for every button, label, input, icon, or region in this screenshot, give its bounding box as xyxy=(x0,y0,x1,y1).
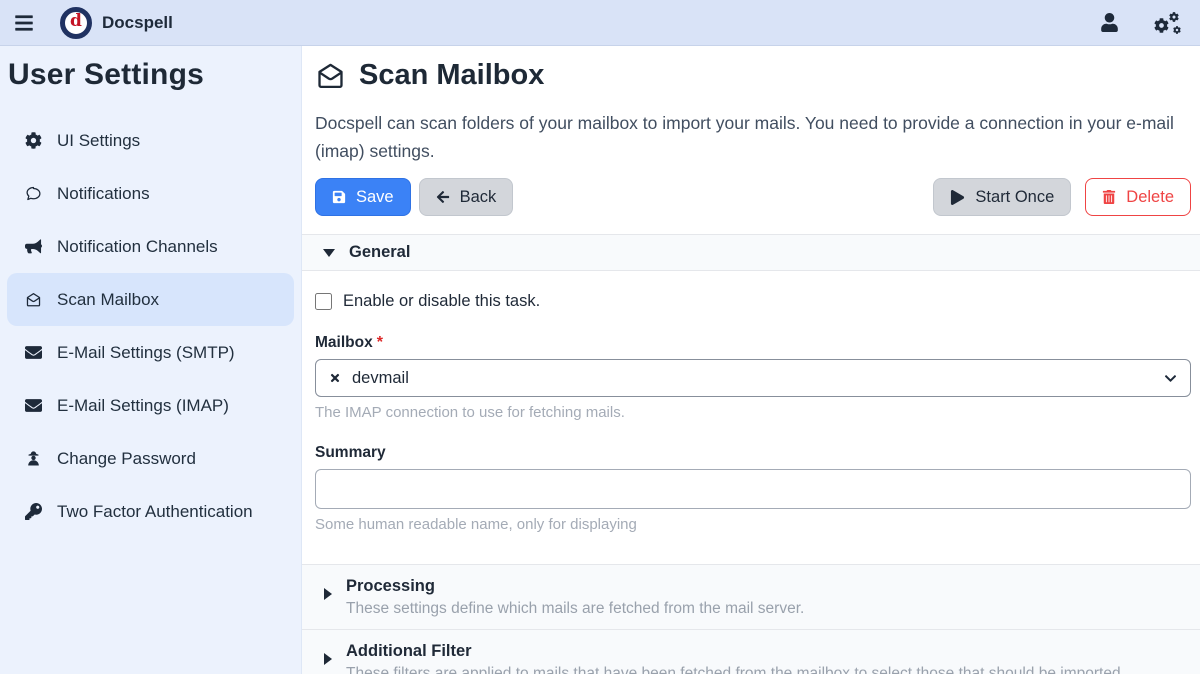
enable-task-row: Enable or disable this task. xyxy=(315,292,1188,311)
play-icon xyxy=(950,190,965,205)
section-additional-filter-desc: These filters are applied to mails that … xyxy=(346,665,1125,674)
sidebar: User Settings UI Settings Notifications … xyxy=(0,46,302,674)
sidebar-item-notification-channels[interactable]: Notification Channels xyxy=(0,220,301,273)
section-additional-filter[interactable]: Additional Filter These filters are appl… xyxy=(302,630,1200,674)
section-processing-desc: These settings define which mails are fe… xyxy=(346,600,804,618)
menu-icon[interactable] xyxy=(14,13,34,33)
summary-label: Summary xyxy=(315,444,1191,462)
back-button[interactable]: Back xyxy=(419,178,514,216)
toolbar: Save Back Start Once Delete xyxy=(315,178,1191,216)
envelope-open-icon xyxy=(24,291,42,309)
start-once-button[interactable]: Start Once xyxy=(933,178,1071,216)
envelope-icon xyxy=(24,344,42,362)
user-secret-icon xyxy=(24,450,42,468)
main-content: Scan Mailbox Docspell can scan folders o… xyxy=(302,46,1200,674)
sidebar-item-label: Notifications xyxy=(57,184,150,204)
section-general[interactable]: General xyxy=(302,234,1200,271)
clear-selection-icon[interactable] xyxy=(329,372,341,384)
arrow-left-icon xyxy=(436,190,450,204)
delete-button[interactable]: Delete xyxy=(1085,178,1191,216)
sidebar-item-scan-mailbox[interactable]: Scan Mailbox xyxy=(7,273,294,326)
docspell-logo-icon: d xyxy=(60,7,92,39)
enable-task-checkbox[interactable] xyxy=(315,293,332,310)
envelope-icon xyxy=(24,397,42,415)
caret-right-icon xyxy=(324,653,332,665)
sidebar-item-e-mail-settings-imap[interactable]: E-Mail Settings (IMAP) xyxy=(0,379,301,432)
summary-hint: Some human readable name, only for displ… xyxy=(315,516,1191,533)
collapsed-sections: Processing These settings define which m… xyxy=(302,564,1200,674)
required-mark: * xyxy=(377,334,383,351)
mailbox-label: Mailbox xyxy=(315,334,373,351)
sidebar-item-label: Scan Mailbox xyxy=(57,290,159,310)
topbar: d Docspell xyxy=(0,0,1200,46)
sidebar-item-e-mail-settings-smtp[interactable]: E-Mail Settings (SMTP) xyxy=(0,326,301,379)
sidebar-item-label: Two Factor Authentication xyxy=(57,502,253,522)
section-processing[interactable]: Processing These settings define which m… xyxy=(302,565,1200,630)
section-processing-title: Processing xyxy=(346,574,804,596)
app-logo[interactable]: d Docspell xyxy=(60,7,173,39)
cogs-icon[interactable] xyxy=(1154,12,1182,34)
summary-field: Summary Some human readable name, only f… xyxy=(315,444,1191,533)
page-description: Docspell can scan folders of your mailbo… xyxy=(315,109,1180,165)
enable-task-label: Enable or disable this task. xyxy=(343,292,540,311)
trash-icon xyxy=(1102,190,1116,204)
floppy-icon xyxy=(332,190,346,204)
sidebar-item-label: Notification Channels xyxy=(57,237,218,257)
sidebar-item-notifications[interactable]: Notifications xyxy=(0,167,301,220)
caret-down-icon xyxy=(323,249,335,257)
sidebar-item-label: E-Mail Settings (IMAP) xyxy=(57,396,229,416)
sidebar-item-change-password[interactable]: Change Password xyxy=(0,432,301,485)
mailbox-dropdown[interactable]: devmail xyxy=(315,359,1191,397)
key-icon xyxy=(24,503,42,521)
logo-letter: d xyxy=(70,13,82,30)
sidebar-title: User Settings xyxy=(0,46,301,92)
bullhorn-icon xyxy=(24,238,42,256)
envelope-open-icon xyxy=(315,60,346,91)
section-general-title: General xyxy=(349,243,410,262)
app-name: Docspell xyxy=(102,13,173,33)
user-icon[interactable] xyxy=(1101,13,1118,32)
sidebar-item-ui-settings[interactable]: UI Settings xyxy=(0,114,301,167)
section-additional-filter-title: Additional Filter xyxy=(346,639,1125,661)
page-title: Scan Mailbox xyxy=(315,59,1188,92)
chevron-down-icon[interactable] xyxy=(1164,372,1177,385)
sidebar-item-label: Change Password xyxy=(57,449,196,469)
mailbox-selected-value: devmail xyxy=(352,369,1153,388)
page-title-text: Scan Mailbox xyxy=(359,59,544,92)
comment-icon xyxy=(24,185,42,203)
mailbox-label-row: Mailbox* xyxy=(315,334,1191,352)
caret-right-icon xyxy=(324,588,332,600)
sidebar-nav: UI Settings Notifications Notification C… xyxy=(0,114,301,538)
summary-input[interactable] xyxy=(315,469,1191,509)
mailbox-hint: The IMAP connection to use for fetching … xyxy=(315,404,1191,421)
sidebar-item-label: UI Settings xyxy=(57,131,140,151)
sidebar-item-two-factor-authentication[interactable]: Two Factor Authentication xyxy=(0,485,301,538)
mailbox-field: Mailbox* devmail The IMAP connection to … xyxy=(315,334,1191,421)
cog-icon xyxy=(24,132,42,150)
save-button[interactable]: Save xyxy=(315,178,411,216)
sidebar-item-label: E-Mail Settings (SMTP) xyxy=(57,343,235,363)
